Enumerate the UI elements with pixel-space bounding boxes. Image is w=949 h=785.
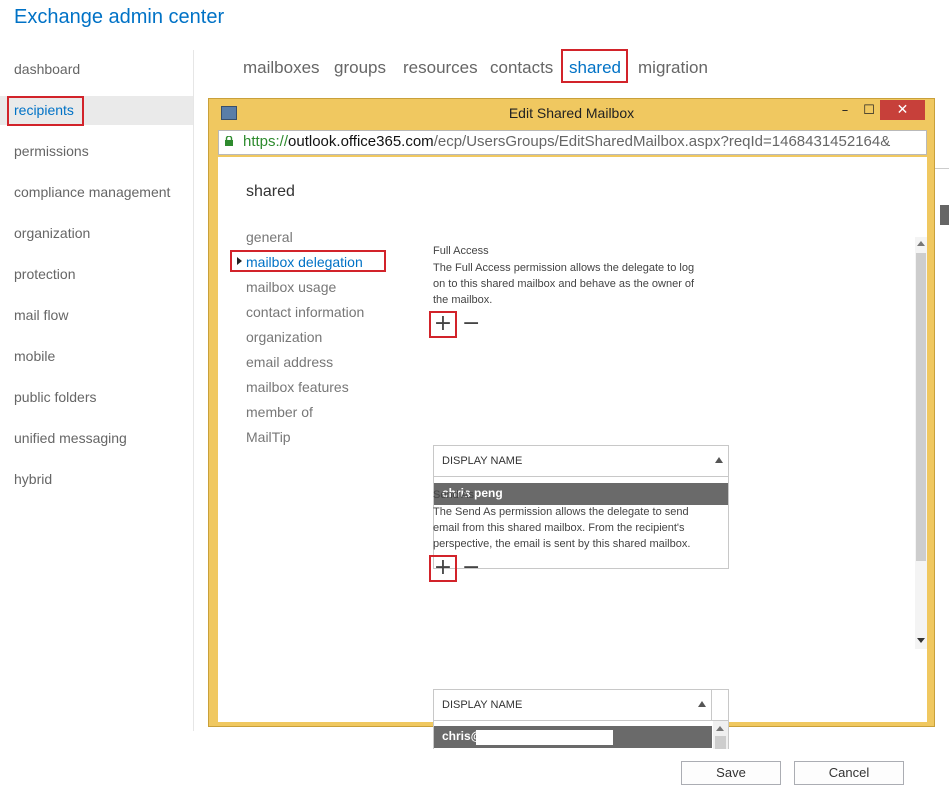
close-icon[interactable]: ✕ [880, 100, 925, 120]
subnav-mailbox-usage[interactable]: mailbox usage [246, 279, 336, 295]
highlight-send-as-add [429, 555, 457, 582]
highlight-full-access-add [429, 311, 457, 338]
nav-item-mail-flow[interactable]: mail flow [14, 307, 68, 323]
column-divider [711, 690, 712, 720]
dialog-title: Edit Shared Mailbox [508, 105, 635, 121]
subnav-member-of[interactable]: member of [246, 404, 313, 420]
nav-item-hybrid[interactable]: hybrid [14, 471, 52, 487]
highlight-shared-tab [561, 49, 628, 83]
subnav-contact-information[interactable]: contact information [246, 304, 364, 320]
background-divider [935, 168, 949, 169]
subnav-general[interactable]: general [246, 229, 293, 245]
send-as-list-scrollbar[interactable] [713, 721, 728, 749]
nav-item-protection[interactable]: protection [14, 266, 75, 282]
scroll-up-icon[interactable] [917, 241, 925, 246]
full-access-column-header-label: DISPLAY NAME [442, 455, 523, 467]
full-access-description-line: the mailbox. [433, 294, 493, 306]
app-title: Exchange admin center [14, 6, 225, 28]
nav-item-dashboard[interactable]: dashboard [14, 61, 80, 77]
section-title: shared [246, 183, 295, 200]
send-as-remove-icon[interactable]: − [462, 557, 480, 579]
minimize-icon[interactable]: – [835, 101, 855, 121]
address-bar[interactable]: https://outlook.office365.com/ecp/UsersG… [218, 130, 927, 155]
left-nav: dashboard recipients permissions complia… [0, 50, 194, 731]
nav-item-unified-messaging[interactable]: unified messaging [14, 430, 127, 446]
full-access-description-line: The Full Access permission allows the de… [433, 262, 695, 274]
tab-migration[interactable]: migration [638, 58, 708, 78]
full-access-description: The Full Access permission allows the de… [433, 260, 694, 308]
scroll-thumb[interactable] [715, 736, 726, 749]
nav-item-mobile[interactable]: mobile [14, 348, 55, 364]
send-as-column-header-label: DISPLAY NAME [442, 699, 523, 711]
url-text: https://outlook.office365.com/ecp/UsersG… [243, 133, 890, 150]
send-as-description-line: email from this shared mailbox. From the… [433, 522, 685, 534]
url-host: outlook.office365.com [288, 133, 434, 150]
subnav-organization[interactable]: organization [246, 329, 322, 345]
highlight-recipients [7, 96, 84, 126]
send-as-list: DISPLAY NAME chris@ [433, 689, 729, 749]
nav-item-public-folders[interactable]: public folders [14, 389, 97, 405]
tab-mailboxes[interactable]: mailboxes [243, 58, 320, 78]
send-as-column-header[interactable]: DISPLAY NAME [434, 690, 728, 721]
full-access-heading: Full Access [433, 245, 489, 257]
list-item[interactable]: chris peng [434, 483, 728, 505]
redaction-box [476, 730, 613, 745]
maximize-icon[interactable]: ☐ [859, 101, 879, 121]
send-as-description: The Send As permission allows the delega… [433, 504, 690, 552]
lock-icon [225, 136, 233, 146]
full-access-description-line: on to this shared mailbox and behave as … [433, 278, 695, 290]
cancel-button[interactable]: Cancel [794, 761, 904, 785]
subnav-mailtip[interactable]: MailTip [246, 429, 291, 445]
send-as-heading: Send As [433, 489, 474, 501]
scroll-up-icon[interactable] [716, 726, 724, 731]
scroll-down-icon[interactable] [917, 638, 925, 643]
content-scrollbar[interactable] [915, 237, 927, 649]
subnav-email-address[interactable]: email address [246, 354, 333, 370]
highlight-mailbox-delegation [230, 250, 386, 272]
tab-resources[interactable]: resources [403, 58, 478, 78]
tab-groups[interactable]: groups [334, 58, 386, 78]
url-path: /ecp/UsersGroups/EditSharedMailbox.aspx?… [433, 133, 891, 150]
list-item[interactable]: chris@ [434, 726, 712, 748]
sort-arrow-icon [715, 457, 723, 463]
save-button[interactable]: Save [681, 761, 781, 785]
sort-arrow-icon [698, 701, 706, 707]
nav-item-compliance-management[interactable]: compliance management [14, 184, 170, 200]
full-access-remove-icon[interactable]: − [462, 313, 480, 335]
tab-contacts[interactable]: contacts [490, 58, 553, 78]
send-as-description-line: The Send As permission allows the delega… [433, 506, 689, 518]
dialog-content: shared general mailbox delegation mailbo… [218, 157, 927, 785]
nav-item-organization[interactable]: organization [14, 225, 90, 241]
scroll-thumb[interactable] [916, 253, 926, 561]
edit-shared-mailbox-dialog: Edit Shared Mailbox – ☐ ✕ https://outloo… [208, 98, 935, 785]
url-protocol: https:// [243, 133, 289, 150]
nav-item-permissions[interactable]: permissions [14, 143, 89, 159]
background-scrollbar [940, 205, 949, 225]
send-as-description-line: perspective, the email is sent by this s… [433, 538, 691, 550]
subnav-mailbox-features[interactable]: mailbox features [246, 379, 349, 395]
full-access-column-header[interactable]: DISPLAY NAME [434, 446, 728, 477]
